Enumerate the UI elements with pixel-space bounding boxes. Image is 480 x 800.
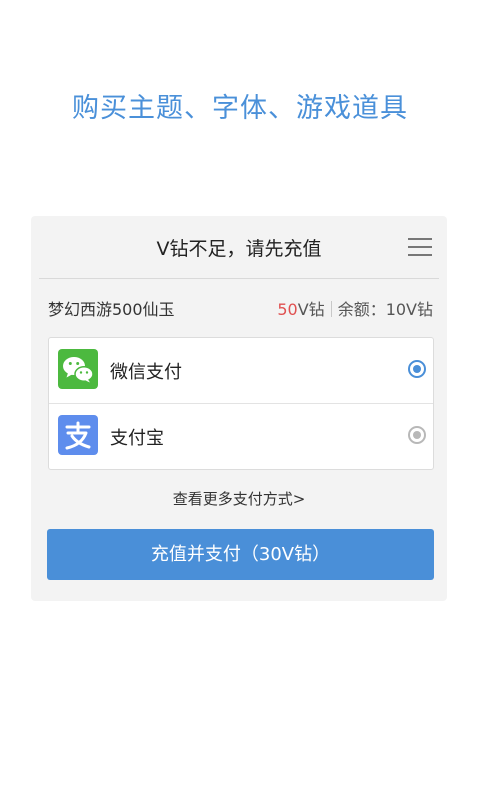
- payment-label-alipay: 支付宝: [110, 428, 164, 449]
- alipay-icon: [58, 415, 98, 455]
- promo-headline: 购买主题、字体、游戏道具: [72, 93, 408, 124]
- more-payment-methods-link[interactable]: 查看更多支付方式>: [31, 488, 447, 509]
- page: 购买主题、字体、游戏道具 V钻不足，请先充值 梦幻西游500仙玉 50V钻 余额：…: [0, 0, 480, 800]
- dialog-header: V钻不足，请先充值: [31, 216, 447, 278]
- payment-label-wechat: 微信支付: [110, 362, 182, 383]
- dialog-title: V钻不足，请先充值: [156, 238, 322, 260]
- balance-text: 余额：10V钻: [337, 300, 433, 319]
- price-divider: [330, 301, 332, 317]
- recharge-pay-button[interactable]: 充值并支付（30V钻）: [47, 529, 434, 580]
- recharge-dialog: V钻不足，请先充值 梦幻西游500仙玉 50V钻 余额：10V钻 微信支付 支付…: [31, 216, 447, 601]
- header-divider: [39, 278, 439, 279]
- item-price-balance: 50V钻 余额：10V钻: [277, 296, 433, 320]
- price-value: 50: [277, 300, 298, 319]
- payment-option-alipay[interactable]: 支付宝: [49, 404, 433, 469]
- item-summary: 梦幻西游500仙玉 50V钻 余额：10V钻: [48, 296, 433, 320]
- radio-selected-icon[interactable]: [408, 360, 426, 378]
- radio-unselected-icon[interactable]: [408, 426, 426, 444]
- item-name: 梦幻西游500仙玉: [48, 300, 175, 319]
- payment-methods: 微信支付 支付宝: [48, 337, 434, 470]
- price-unit: V钻: [297, 300, 325, 319]
- payment-option-wechat[interactable]: 微信支付: [49, 338, 433, 403]
- wechat-icon: [58, 349, 98, 389]
- menu-icon[interactable]: [408, 237, 432, 257]
